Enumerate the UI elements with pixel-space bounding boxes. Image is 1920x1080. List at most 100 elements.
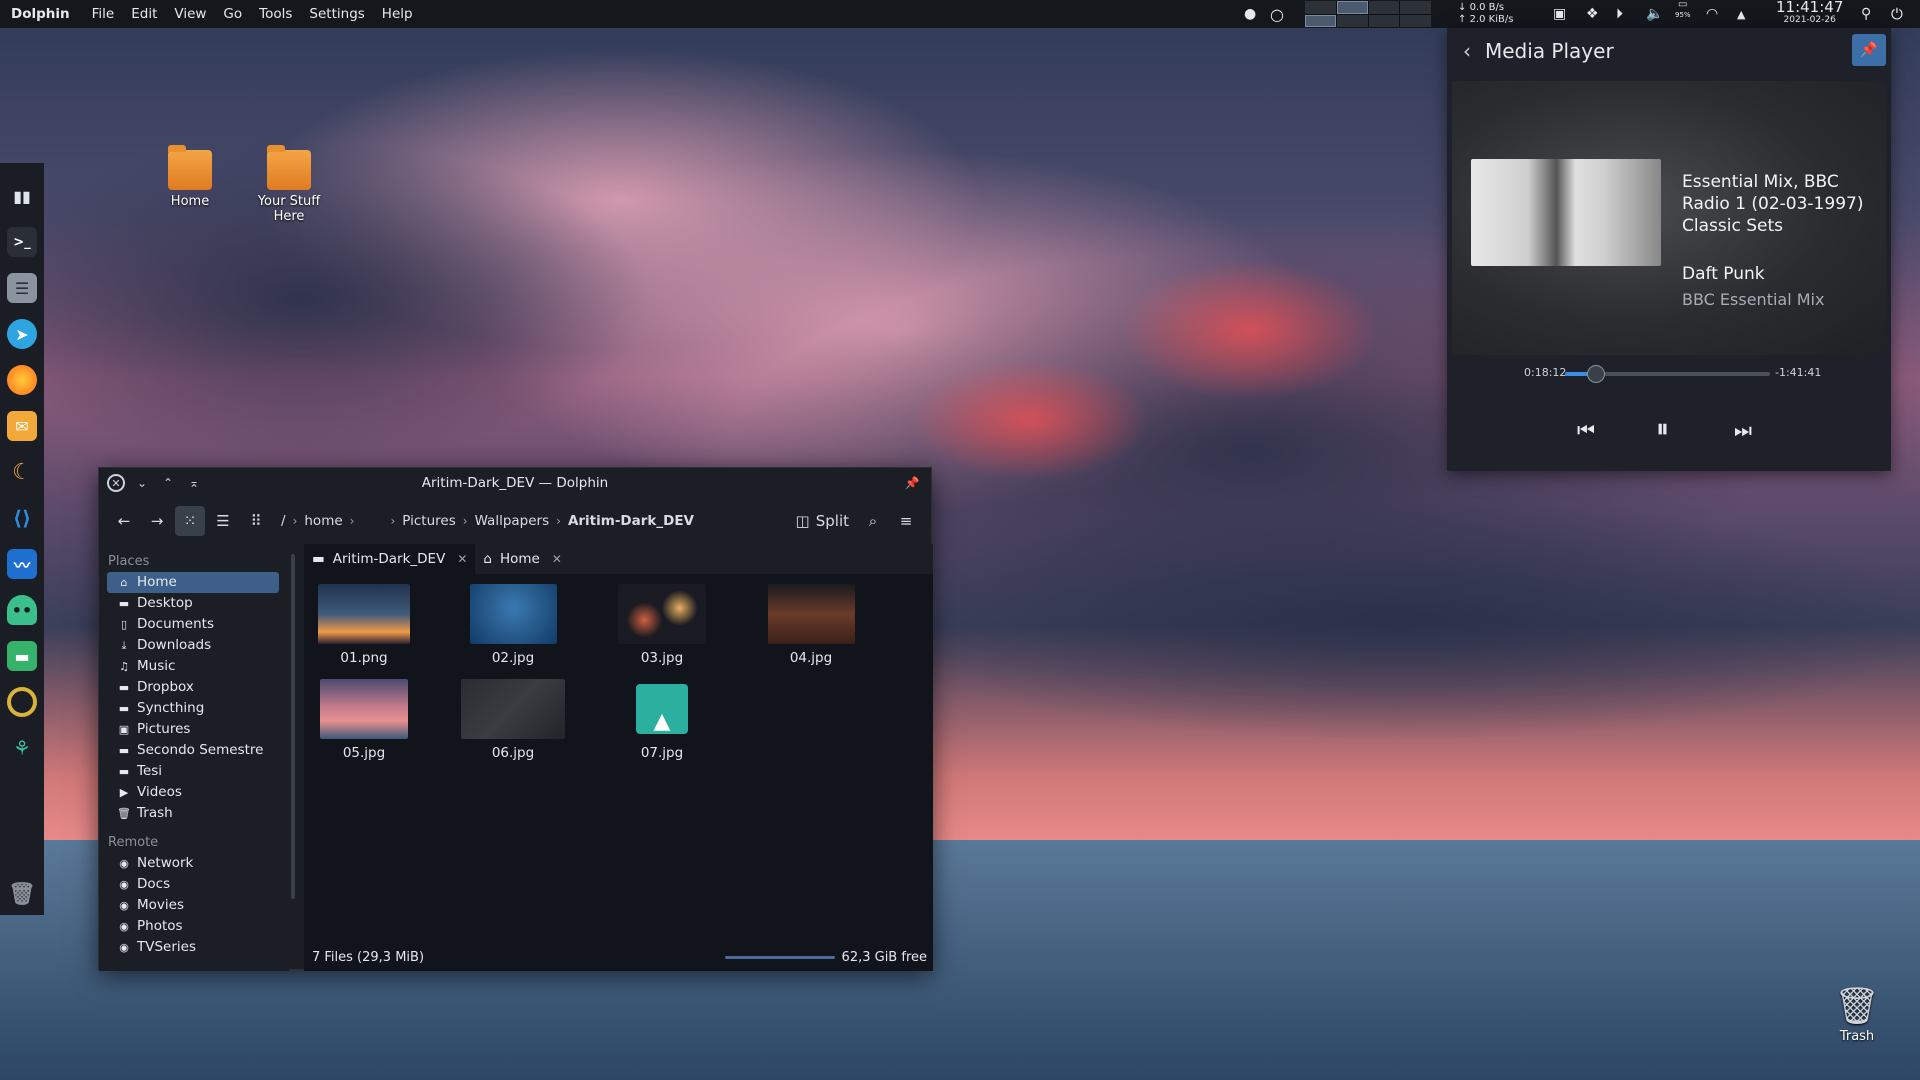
- window-titlebar[interactable]: ✕ ⌄ ⌃ ⌅ Aritim-Dark_DEV — Dolphin 📌: [99, 468, 931, 498]
- places-item-syncthing[interactable]: ▬ Syncthing: [107, 698, 279, 719]
- close-icon[interactable]: ✕: [107, 474, 125, 492]
- tab-home[interactable]: ⌂ Home ✕: [475, 544, 570, 574]
- media-play-icon[interactable]: ⏵: [1616, 0, 1623, 28]
- menu-settings[interactable]: Settings: [309, 6, 364, 22]
- file-item[interactable]: 05.jpg: [304, 679, 424, 761]
- drop-icon[interactable]: ●: [1244, 0, 1256, 28]
- breadcrumb-root[interactable]: /: [281, 513, 286, 529]
- places-item-downloads[interactable]: ⤓ Downloads: [107, 635, 279, 656]
- places-item-home[interactable]: ⌂ Home: [107, 572, 279, 593]
- back-chevron-icon[interactable]: ‹: [1463, 39, 1471, 63]
- menu-file[interactable]: File: [92, 6, 115, 22]
- places-item-dropbox[interactable]: ▬ Dropbox: [107, 677, 279, 698]
- desktop-8[interactable]: [1400, 14, 1431, 27]
- seek-handle[interactable]: [1586, 365, 1605, 383]
- compact-view-icon[interactable]: ⠿: [241, 506, 271, 536]
- back-arrow-icon[interactable]: ←: [109, 506, 139, 536]
- trash-icon[interactable]: 🗑: [7, 879, 37, 909]
- breadcrumb-current[interactable]: Aritim-Dark_DEV: [568, 513, 694, 529]
- places-item-tesi[interactable]: ▬ Tesi: [107, 761, 279, 782]
- desktop-1[interactable]: [1305, 1, 1336, 14]
- expand-tray-icon[interactable]: ▲: [1737, 0, 1745, 28]
- remote-item-network[interactable]: ◉ Network: [107, 853, 279, 874]
- wifi-icon[interactable]: ◠: [1706, 0, 1718, 28]
- forward-arrow-icon[interactable]: →: [142, 506, 172, 536]
- mail-icon[interactable]: ✉: [7, 411, 37, 441]
- desktop-icon-your-stuff[interactable]: Your Stuff Here: [244, 145, 334, 224]
- chevron-up-icon[interactable]: ⌃: [159, 474, 177, 492]
- hamburger-menu-icon[interactable]: ≡: [891, 506, 921, 536]
- dropbox-icon[interactable]: ❖: [1586, 0, 1599, 28]
- menu-go[interactable]: Go: [223, 6, 242, 22]
- desktop-3[interactable]: [1368, 1, 1400, 14]
- desktop-2[interactable]: [1336, 1, 1368, 14]
- terminal-icon[interactable]: >_: [7, 227, 37, 257]
- close-icon[interactable]: ✕: [552, 552, 562, 566]
- remote-item-tvseries[interactable]: ◉ TVSeries: [107, 937, 279, 958]
- pin-icon[interactable]: 📌: [1852, 34, 1886, 66]
- file-item[interactable]: 01.png: [304, 584, 424, 666]
- previous-track-icon[interactable]: ⏮: [1577, 418, 1595, 442]
- file-item[interactable]: 02.jpg: [453, 584, 573, 666]
- system-monitor-icon[interactable]: ▮▮: [7, 181, 37, 211]
- record-icon[interactable]: [7, 687, 37, 717]
- tab-aritim-dark-dev[interactable]: ▬ Aritim-Dark_DEV ✕: [304, 544, 476, 574]
- maximize-icon[interactable]: ⌅: [185, 474, 203, 492]
- breadcrumb-pictures[interactable]: Pictures: [402, 513, 455, 529]
- details-view-icon[interactable]: ☰: [208, 506, 238, 536]
- chevron-down-icon[interactable]: ⌄: [133, 474, 151, 492]
- menu-tools[interactable]: Tools: [259, 6, 292, 22]
- seek-bar[interactable]: 0:18:12 -1:41:41: [1447, 363, 1891, 383]
- file-item[interactable]: 06.jpg: [453, 679, 573, 761]
- battery-icon[interactable]: ▭ 95%: [1675, 0, 1691, 28]
- pause-icon[interactable]: ⏸: [1656, 414, 1669, 445]
- plant-icon[interactable]: ⚘: [7, 733, 37, 763]
- icons-view-icon[interactable]: ⁙: [175, 506, 205, 536]
- remote-item-photos[interactable]: ◉ Photos: [107, 916, 279, 937]
- places-item-desktop[interactable]: ▬ Desktop: [107, 593, 279, 614]
- virtual-desktop-pager[interactable]: [1305, 1, 1431, 27]
- network-speed[interactable]: ↓ 0.0 B/s ↑ 2.0 KiB/s: [1458, 0, 1513, 28]
- split-button[interactable]: ◫ Split: [790, 506, 855, 536]
- vscode-icon[interactable]: ⟨⟩: [7, 503, 37, 533]
- desktop-5[interactable]: [1305, 14, 1336, 27]
- telegram-icon[interactable]: ➤: [7, 319, 37, 349]
- close-icon[interactable]: ✕: [457, 552, 467, 566]
- places-scrollbar[interactable]: [291, 554, 295, 899]
- menu-help[interactable]: Help: [382, 6, 413, 22]
- clock[interactable]: 11:41:47 2021-02-26: [1776, 0, 1843, 28]
- desktop-4[interactable]: [1400, 1, 1431, 14]
- activity-icon[interactable]: 〰: [7, 549, 37, 579]
- places-item-secondo-semestre[interactable]: ▬ Secondo Semestre: [107, 740, 279, 761]
- power-icon[interactable]: ⏻: [1891, 0, 1903, 28]
- location-icon[interactable]: ⚲: [1861, 0, 1871, 28]
- places-item-documents[interactable]: ▯ Documents: [107, 614, 279, 635]
- android-icon[interactable]: ••: [7, 595, 37, 625]
- volume-icon[interactable]: 🔈: [1646, 0, 1663, 28]
- firefox-icon[interactable]: [7, 365, 37, 395]
- desktop-7[interactable]: [1368, 14, 1400, 27]
- file-item[interactable]: ▲ 07.jpg: [602, 679, 722, 761]
- places-item-videos[interactable]: ▶ Videos: [107, 782, 279, 803]
- folder-icon[interactable]: ▬: [7, 641, 37, 671]
- notes-icon[interactable]: ▣: [1553, 0, 1566, 28]
- file-item[interactable]: 04.jpg: [751, 584, 871, 666]
- places-item-music[interactable]: ♫ Music: [107, 656, 279, 677]
- places-item-trash[interactable]: 🗑 Trash: [107, 803, 279, 824]
- menu-view[interactable]: View: [174, 6, 206, 22]
- pin-icon[interactable]: 📌: [903, 474, 921, 492]
- remote-item-movies[interactable]: ◉ Movies: [107, 895, 279, 916]
- night-light-icon[interactable]: ☾: [7, 457, 37, 487]
- breadcrumb-wallpapers[interactable]: Wallpapers: [475, 513, 550, 529]
- breadcrumb-home[interactable]: home: [304, 513, 342, 529]
- desktop-6[interactable]: [1336, 14, 1368, 27]
- remote-item-docs[interactable]: ◉ Docs: [107, 874, 279, 895]
- files-icon[interactable]: ☰: [7, 273, 37, 303]
- circle-icon[interactable]: ○: [1270, 0, 1284, 28]
- search-icon[interactable]: ⌕: [858, 506, 888, 536]
- file-item[interactable]: 03.jpg: [602, 584, 722, 666]
- menu-edit[interactable]: Edit: [131, 6, 157, 22]
- places-item-pictures[interactable]: ▣ Pictures: [107, 719, 279, 740]
- desktop-icon-home[interactable]: Home: [145, 145, 235, 209]
- desktop-trash[interactable]: 🗑 Trash: [1812, 985, 1902, 1044]
